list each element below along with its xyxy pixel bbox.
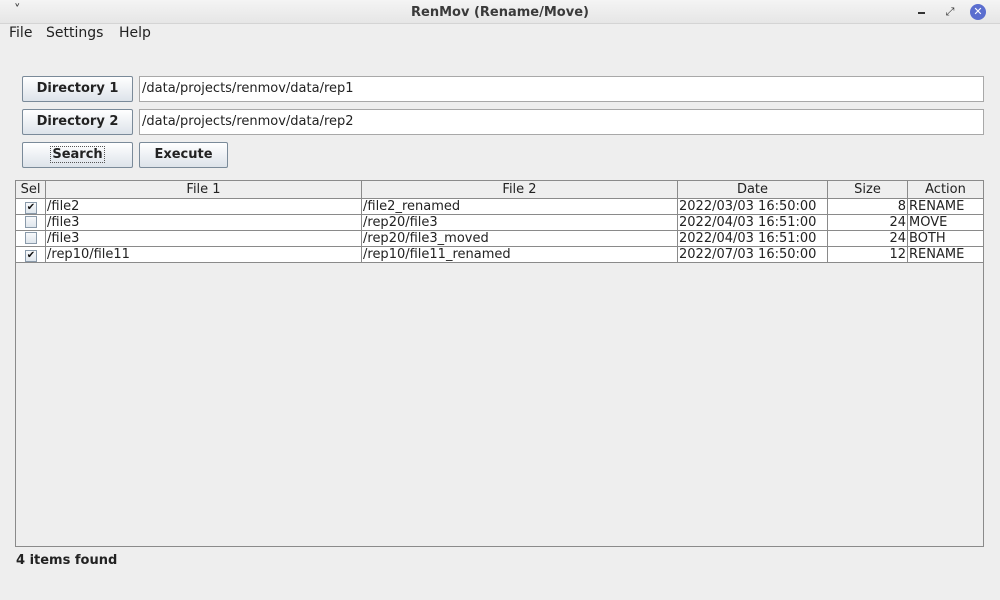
row-checkbox[interactable] [25,232,37,244]
menu-help[interactable]: Help [119,25,151,41]
date-cell: 2022/04/03 16:51:00 [678,231,828,247]
column-header-date[interactable]: Date [678,181,828,199]
results-table[interactable]: Sel File 1 File 2 Date Size Action ✔ /fi… [15,180,984,547]
directory-2-label: Directory 2 [36,114,119,129]
close-icon[interactable]: ✕ [970,4,986,20]
column-header-sel[interactable]: Sel [16,181,46,199]
file2-cell: /rep20/file3_moved [362,231,678,247]
title-bar: ˅ RenMov (Rename/Move) ⤢ ✕ [0,0,1000,24]
row-checkbox[interactable]: ✔ [25,250,37,262]
table-row[interactable]: /file3 /rep20/file3_moved 2022/04/03 16:… [16,231,983,247]
column-header-file1[interactable]: File 1 [46,181,362,199]
date-cell: 2022/07/03 16:50:00 [678,247,828,263]
search-button[interactable]: Search [22,142,133,168]
column-header-size[interactable]: Size [828,181,908,199]
execute-label: Execute [154,147,213,162]
table-header: Sel File 1 File 2 Date Size Action [16,181,983,199]
table-row[interactable]: /file3 /rep20/file3 2022/04/03 16:51:00 … [16,215,983,231]
row-checkbox[interactable]: ✔ [25,202,37,214]
table-row[interactable]: ✔ /file2 /file2_renamed 2022/03/03 16:50… [16,199,983,215]
sel-cell[interactable]: ✔ [16,247,46,263]
action-cell: RENAME [908,247,983,263]
menu-bar: File Settings Help [0,24,1000,44]
window-title: RenMov (Rename/Move) [411,5,589,20]
directory-1-button[interactable]: Directory 1 [22,76,133,102]
file1-cell: /file2 [46,199,362,215]
action-cell: BOTH [908,231,983,247]
menu-settings[interactable]: Settings [46,25,103,41]
file2-cell: /file2_renamed [362,199,678,215]
file2-cell: /rep10/file11_renamed [362,247,678,263]
file2-cell: /rep20/file3 [362,215,678,231]
directory-1-field[interactable]: /data/projects/renmov/data/rep1 [139,76,984,102]
directory-1-label: Directory 1 [36,81,119,96]
date-cell: 2022/04/03 16:51:00 [678,215,828,231]
sel-cell[interactable]: ✔ [16,199,46,215]
minimize-icon[interactable] [914,4,930,20]
execute-button[interactable]: Execute [139,142,228,168]
row-checkbox[interactable] [25,216,37,228]
size-cell: 8 [828,199,908,215]
action-cell: RENAME [908,199,983,215]
search-label: Search [50,146,105,163]
size-cell: 12 [828,247,908,263]
status-text: 4 items found [16,553,118,568]
file1-cell: /file3 [46,215,362,231]
file1-cell: /rep10/file11 [46,247,362,263]
table-row[interactable]: ✔ /rep10/file11 /rep10/file11_renamed 20… [16,247,983,263]
column-header-file2[interactable]: File 2 [362,181,678,199]
sel-cell[interactable] [16,231,46,247]
action-cell: MOVE [908,215,983,231]
date-cell: 2022/03/03 16:50:00 [678,199,828,215]
directory-2-button[interactable]: Directory 2 [22,109,133,135]
file1-cell: /file3 [46,231,362,247]
size-cell: 24 [828,215,908,231]
sel-cell[interactable] [16,215,46,231]
menu-file[interactable]: File [9,25,32,41]
maximize-icon[interactable]: ⤢ [942,4,958,20]
column-header-action[interactable]: Action [908,181,983,199]
directory-2-field[interactable]: /data/projects/renmov/data/rep2 [139,109,984,135]
size-cell: 24 [828,231,908,247]
